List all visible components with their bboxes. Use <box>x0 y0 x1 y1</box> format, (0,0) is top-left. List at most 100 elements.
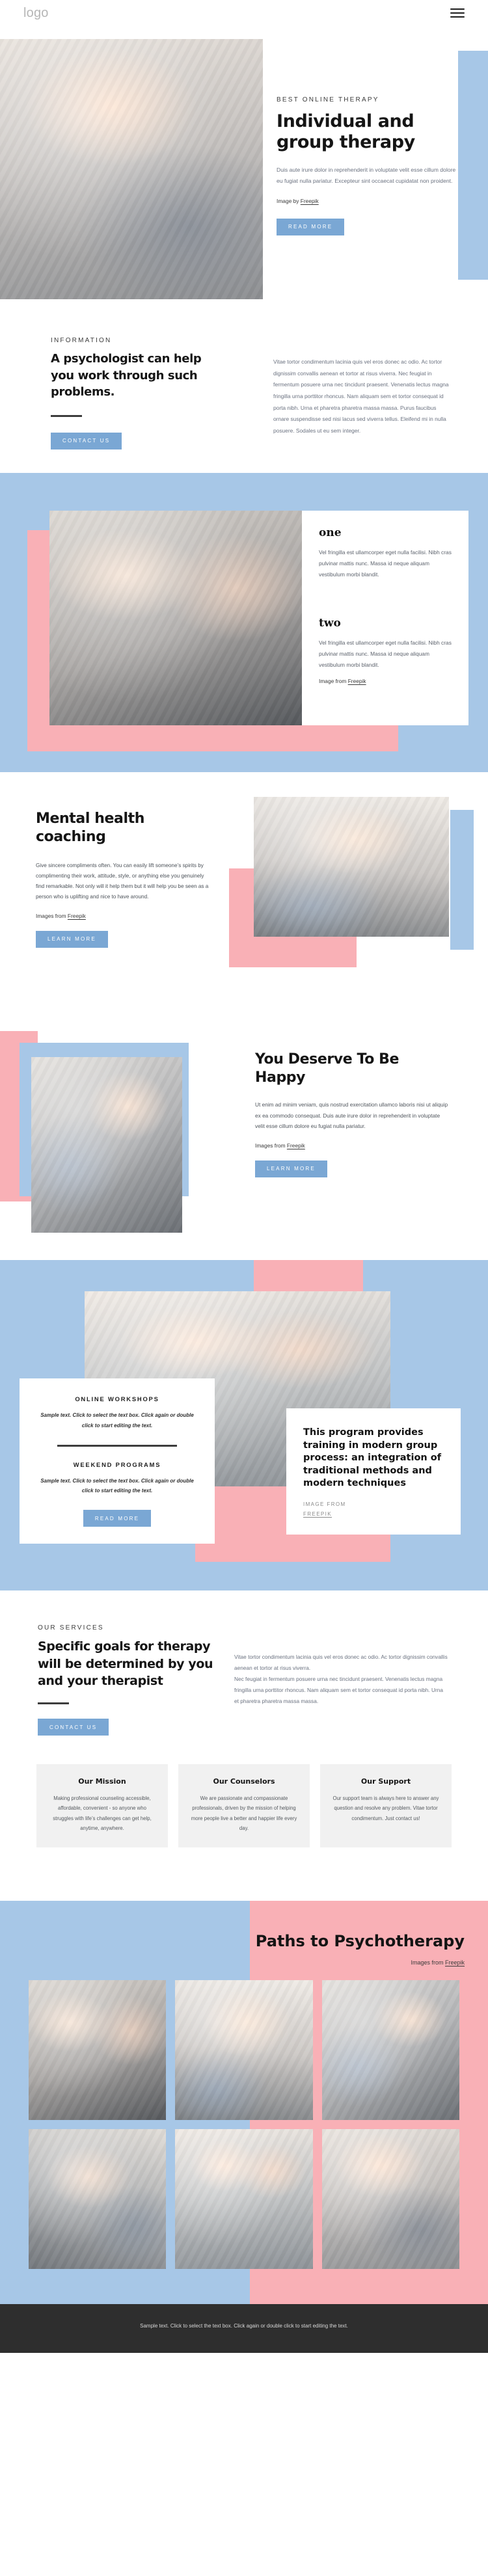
services-divider <box>38 1702 69 1705</box>
numbered-credit: Image from Freepik <box>319 678 452 684</box>
services-right: Vitae tortor condimentum lacinia quis ve… <box>234 1624 449 1736</box>
numbered-inner: one Vel fringilla est ullamcorper eget n… <box>49 511 488 726</box>
hero-credit-link[interactable]: Freepik <box>301 198 319 204</box>
services-eyebrow: OUR SERVICES <box>38 1624 104 1632</box>
program-credit-link[interactable]: FREEPIK <box>303 1511 332 1517</box>
hero-title: Individual and group therapy <box>277 111 415 152</box>
hero-body: Duis aute irure dolor in reprehenderit i… <box>277 166 456 185</box>
paths-gallery-image <box>321 1979 459 2120</box>
services-card-title: Our Counselors <box>213 1777 275 1786</box>
services-title: Specific goals for therapy will be deter… <box>38 1639 213 1688</box>
services-head: OUR SERVICES Specific goals for therapy … <box>0 1624 488 1736</box>
deserve-copy: You Deserve To Be Happy Ut enim ad minim… <box>255 1051 450 1177</box>
numbered-credit-link[interactable]: Freepik <box>348 678 366 684</box>
site-header: logo <box>0 0 488 26</box>
paths-gallery-grid <box>23 1979 465 2269</box>
program-button-wrap: READ MORE <box>35 1510 199 1527</box>
program-offerings-card: ONLINE WORKSHOPS Sample text. Click to s… <box>20 1378 215 1544</box>
services-body: Vitae tortor condimentum lacinia quis ve… <box>234 1654 448 1705</box>
deserve-learn-more-button[interactable]: LEARN MORE <box>255 1160 327 1177</box>
information-right: Vitae tortor condimentum lacinia quis ve… <box>273 334 452 436</box>
paths-credit-prefix: Images from <box>411 1959 445 1966</box>
coaching-title: Mental health coaching <box>36 811 144 846</box>
program-workshops-body: Sample text. Click to select the text bo… <box>40 1412 194 1429</box>
information-contact-button[interactable]: CONTACT US <box>51 432 122 449</box>
deserve-credit-prefix: Images from <box>255 1142 287 1149</box>
paths-gallery-image <box>175 2128 313 2269</box>
coaching-credit: Images from Freepik <box>36 913 211 919</box>
hero-credit: Image by Freepik <box>277 198 465 204</box>
program-headline-card: This program provides training in modern… <box>286 1408 461 1535</box>
services-card-title: Our Support <box>360 1777 411 1786</box>
hero-eyebrow: BEST ONLINE THERAPY <box>277 96 379 103</box>
program-card-divider <box>57 1444 177 1447</box>
numbered-one-title: one <box>319 526 342 540</box>
coaching-image <box>254 797 449 937</box>
program-credit: IMAGE FROM FREEPIK <box>303 1499 444 1519</box>
services-card-body: Making professional counseling accessibl… <box>53 1795 152 1831</box>
numbered-section: one Vel fringilla est ullamcorper eget n… <box>0 473 488 773</box>
numbered-spacer <box>319 580 452 617</box>
services-cards: Our Mission Making professional counseli… <box>0 1764 488 1847</box>
paths-gallery-image <box>29 2128 167 2269</box>
hero-image <box>0 39 263 299</box>
information-divider <box>51 414 82 417</box>
services-card: Our Counselors We are passionate and com… <box>178 1764 310 1847</box>
information-section: INFORMATION A psychologist can help you … <box>0 299 488 474</box>
paths-gallery-image <box>175 1979 313 2120</box>
services-section: OUR SERVICES Specific goals for therapy … <box>0 1590 488 1884</box>
services-card-body: Our support team is always here to answe… <box>332 1795 439 1821</box>
coaching-body: Give sincere compliments often. You can … <box>36 862 209 900</box>
information-eyebrow: INFORMATION <box>51 337 112 344</box>
hamburger-bar <box>450 12 465 14</box>
coaching-credit-prefix: Images from <box>36 912 68 919</box>
paths-title: Paths to Psychotherapy <box>255 1931 465 1950</box>
hamburger-bar <box>450 16 465 18</box>
services-card-title: Our Mission <box>78 1777 126 1786</box>
program-workshops-title: ONLINE WORKSHOPS <box>75 1395 159 1403</box>
services-contact-button[interactable]: CONTACT US <box>38 1719 109 1736</box>
hamburger-menu-icon[interactable] <box>450 8 465 18</box>
program-weekend-title: WEEKEND PROGRAMS <box>73 1460 161 1468</box>
program-read-more-button[interactable]: READ MORE <box>83 1510 152 1527</box>
coaching-section: Mental health coaching Give sincere comp… <box>0 772 488 1020</box>
numbered-card: one Vel fringilla est ullamcorper eget n… <box>302 511 468 726</box>
hero-credit-prefix: Image by <box>277 197 301 204</box>
numbered-one-body: Vel fringilla est ullamcorper eget nulla… <box>319 549 452 578</box>
program-section: ONLINE WORKSHOPS Sample text. Click to s… <box>0 1260 488 1591</box>
coaching-credit-link[interactable]: Freepik <box>68 913 86 919</box>
paths-credit: Images from Freepik <box>23 1959 465 1966</box>
hamburger-bar <box>450 8 465 10</box>
footer-text: Sample text. Click to select the text bo… <box>140 2322 348 2329</box>
hero-read-more-button[interactable]: READ MORE <box>277 218 345 235</box>
deserve-title: You Deserve To Be Happy <box>255 1051 400 1086</box>
services-left: OUR SERVICES Specific goals for therapy … <box>0 1624 234 1736</box>
hero-section: BEST ONLINE THERAPY Individual and group… <box>0 26 488 299</box>
program-credit-prefix: IMAGE FROM <box>303 1501 346 1507</box>
deserve-credit-link[interactable]: Freepik <box>287 1142 305 1149</box>
deserve-section: You Deserve To Be Happy Ut enim ad minim… <box>0 1019 488 1261</box>
paths-gallery-image <box>29 1979 167 2120</box>
numbered-two-title: two <box>319 616 341 630</box>
paths-inner: Paths to Psychotherapy Images from Freep… <box>0 1884 488 2304</box>
deserve-body: Ut enim ad minim veniam, quis nostrud ex… <box>255 1101 448 1130</box>
hero-copy: BEST ONLINE THERAPY Individual and group… <box>277 96 465 235</box>
services-card: Our Support Our support team is always h… <box>320 1764 452 1847</box>
site-footer: Sample text. Click to select the text bo… <box>0 2303 488 2354</box>
coaching-blue-accent <box>450 810 474 950</box>
page-root: logo BEST ONLINE THERAPY Individual and … <box>0 0 488 2354</box>
paths-gallery-image <box>321 2128 459 2269</box>
numbered-credit-prefix: Image from <box>319 678 348 685</box>
information-left: INFORMATION A psychologist can help you … <box>51 337 213 449</box>
coaching-learn-more-button[interactable]: LEARN MORE <box>36 930 108 948</box>
services-card-body: We are passionate and compassionate prof… <box>191 1795 297 1831</box>
information-body: Vitae tortor condimentum lacinia quis ve… <box>273 358 449 434</box>
paths-section: Paths to Psychotherapy Images from Freep… <box>0 1883 488 2304</box>
information-title: A psychologist can help you work through… <box>51 352 202 399</box>
program-headline: This program provides training in modern… <box>303 1427 442 1489</box>
deserve-credit: Images from Freepik <box>255 1142 450 1149</box>
numbered-image <box>49 511 302 726</box>
site-logo[interactable]: logo <box>23 6 49 21</box>
paths-credit-link[interactable]: Freepik <box>445 1959 465 1966</box>
program-weekend-body: Sample text. Click to select the text bo… <box>40 1477 194 1494</box>
